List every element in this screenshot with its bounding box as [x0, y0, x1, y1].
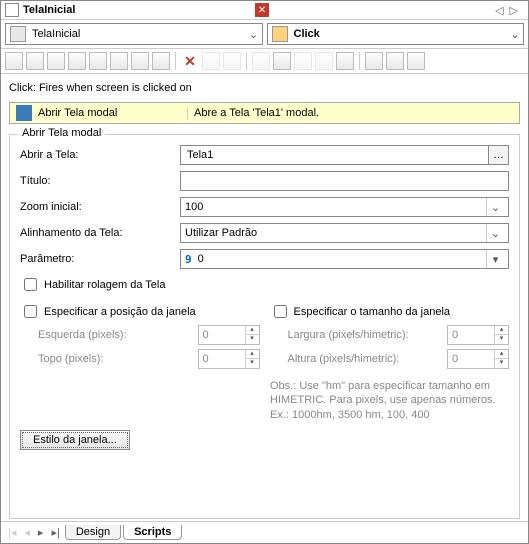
- action-name: Abrir Tela modal: [38, 107, 188, 119]
- tab-scripts[interactable]: Scripts: [123, 525, 182, 540]
- tool-button[interactable]: [68, 52, 86, 70]
- open-screen-input[interactable]: [180, 145, 489, 165]
- delete-icon[interactable]: ✕: [181, 52, 199, 70]
- height-row: Altura (pixels/himetric): 0 ▴▾: [288, 349, 510, 369]
- tool-button[interactable]: [365, 52, 383, 70]
- label-align: Alinhamento da Tela:: [20, 227, 180, 239]
- left-row: Esquerda (pixels): 0 ▴▾: [38, 325, 260, 345]
- tab-next-icon[interactable]: ▸: [35, 526, 47, 539]
- window-icon: [5, 3, 19, 17]
- nav-prev-icon[interactable]: ◁: [495, 4, 503, 17]
- group-title: Abrir Tela modal: [18, 127, 105, 139]
- toolbar: ✕: [1, 49, 528, 74]
- browse-button[interactable]: …: [489, 145, 509, 165]
- tool-button[interactable]: [152, 52, 170, 70]
- close-icon[interactable]: ✕: [255, 3, 269, 17]
- height-input: 0 ▴▾: [447, 349, 509, 369]
- bottom-tabs: |◂ ◂ ▸ ▸| Design Scripts: [1, 521, 528, 543]
- tool-button[interactable]: [89, 52, 107, 70]
- screen-icon: [10, 26, 26, 42]
- zoom-select[interactable]: 100 ⌄: [180, 197, 509, 217]
- window-style-button[interactable]: Estilo da janela...: [20, 430, 130, 450]
- tab-prev-icon: ◂: [21, 526, 33, 539]
- param-type-icon: 9: [185, 253, 192, 266]
- title-input[interactable]: [180, 171, 509, 191]
- label-param: Parâmetro:: [20, 253, 180, 265]
- width-row: Largura (pixels/himetric): 0 ▴▾: [288, 325, 510, 345]
- width-input: 0 ▴▾: [447, 325, 509, 345]
- object-selector[interactable]: TelaInicial ⌄: [5, 23, 263, 45]
- object-selector-text: TelaInicial: [30, 28, 246, 40]
- observation-text: Obs.: Use "hm" para especificar tamanho …: [270, 379, 509, 422]
- tab-design[interactable]: Design: [65, 525, 121, 540]
- window-title: TelaInicial: [23, 4, 249, 16]
- action-desc: Abre a Tela 'Tela1' modal.: [188, 107, 519, 119]
- tab-last-icon[interactable]: ▸|: [48, 526, 62, 539]
- specify-size-checkbox[interactable]: Especificar o tamanho da janela: [270, 302, 510, 321]
- left-input: 0 ▴▾: [198, 325, 260, 345]
- tool-button[interactable]: [131, 52, 149, 70]
- chevron-down-icon[interactable]: ⌄: [507, 28, 523, 41]
- align-select[interactable]: Utilizar Padrão ⌄: [180, 223, 509, 243]
- label-title: Título:: [20, 175, 180, 187]
- move-up-icon: [202, 52, 220, 70]
- tool-button[interactable]: [386, 52, 404, 70]
- tool-button[interactable]: [407, 52, 425, 70]
- label-zoom: Zoom inicial:: [20, 201, 180, 213]
- event-description: Click: Fires when screen is clicked on: [9, 82, 520, 94]
- tool-button: [294, 52, 312, 70]
- title-bar: TelaInicial ✕ ◁ ▷: [1, 1, 528, 20]
- chevron-down-icon[interactable]: ⌄: [486, 198, 504, 216]
- nav-next-icon[interactable]: ▷: [510, 4, 518, 17]
- tool-button[interactable]: [47, 52, 65, 70]
- tool-button: [315, 52, 333, 70]
- tool-button[interactable]: [5, 52, 23, 70]
- specify-position-checkbox[interactable]: Especificar a posição da janela: [20, 302, 260, 321]
- chevron-down-icon[interactable]: ⌄: [486, 224, 504, 242]
- tool-button[interactable]: [26, 52, 44, 70]
- chevron-down-icon[interactable]: ⌄: [246, 28, 262, 41]
- param-input[interactable]: 9 0 ▾: [180, 249, 509, 269]
- selector-bar: TelaInicial ⌄ Click ⌄: [1, 20, 528, 49]
- top-input: 0 ▴▾: [198, 349, 260, 369]
- dropdown-button[interactable]: ▾: [486, 250, 504, 268]
- event-icon: [272, 26, 288, 42]
- action-icon: [16, 105, 32, 121]
- properties-group: Abrir Tela modal Abrir a Tela: … Título:…: [9, 134, 520, 519]
- tool-button: [252, 52, 270, 70]
- event-selector-text: Click: [292, 28, 508, 40]
- find-icon[interactable]: [273, 52, 291, 70]
- label-open-screen: Abrir a Tela:: [20, 149, 180, 161]
- tab-first-icon: |◂: [5, 526, 19, 539]
- enable-scroll-checkbox[interactable]: Habilitar rolagem da Tela: [20, 275, 509, 294]
- move-down-icon: [223, 52, 241, 70]
- action-row[interactable]: Abrir Tela modal Abre a Tela 'Tela1' mod…: [9, 102, 520, 124]
- tool-button[interactable]: [336, 52, 354, 70]
- content-area: Click: Fires when screen is clicked on A…: [1, 74, 528, 521]
- tool-button[interactable]: [110, 52, 128, 70]
- event-selector[interactable]: Click ⌄: [267, 23, 525, 45]
- top-row: Topo (pixels): 0 ▴▾: [38, 349, 260, 369]
